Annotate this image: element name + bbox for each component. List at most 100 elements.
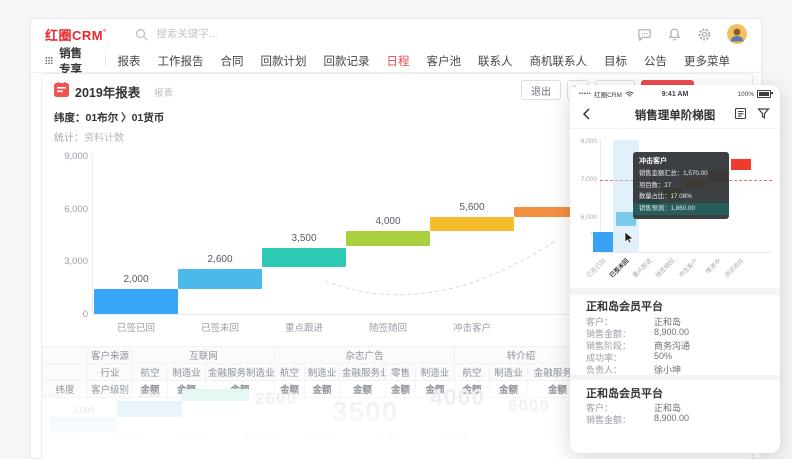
logo-mark: ° xyxy=(103,29,106,36)
top-header: 红圈CRM° xyxy=(31,19,761,49)
tooltip-row: 项目数：27 xyxy=(639,180,723,192)
battery-status: 100% xyxy=(737,90,771,98)
bar-value-label: 2,000 xyxy=(94,274,178,285)
exit-button[interactable]: 退出 xyxy=(521,80,561,100)
waterfall-bar[interactable] xyxy=(593,232,613,252)
cell: 制造业 xyxy=(490,364,528,381)
cell: 制造业 xyxy=(305,364,340,381)
phone-status-bar: ••••• 红圈CRM 9:41 AM 100% xyxy=(570,88,780,100)
waterfall-bar[interactable] xyxy=(94,289,178,314)
ghost-yzero: 0 xyxy=(56,426,60,435)
messages-icon[interactable] xyxy=(637,27,652,42)
x-axis-label: 重点跟进 xyxy=(262,320,346,334)
cell: 金融服务制造业 xyxy=(206,364,275,381)
ghost-number: 6000 xyxy=(508,396,550,416)
x-axis-label: 冲击客户 xyxy=(430,320,514,334)
cell: 制造业 xyxy=(168,364,206,381)
nav-item-customer-pool[interactable]: 客户池 xyxy=(427,53,462,69)
report-calendar-icon xyxy=(54,82,69,97)
cell-dimension: 纬度 xyxy=(43,381,88,398)
opportunity-title: 正和岛会员平台 xyxy=(586,298,663,314)
nav-divider xyxy=(105,55,106,66)
cell-amount: 金额 xyxy=(386,381,416,398)
x-axis-label: 已签已回 xyxy=(94,320,178,334)
notifications-icon[interactable] xyxy=(667,27,682,42)
cell-amount: 金额 xyxy=(416,381,455,398)
chart-tooltip: 冲击客户 销售金额汇总：1,570.00 项目数：27 数量占比：17.08% … xyxy=(633,152,729,219)
cell xyxy=(43,364,88,381)
cell-industry: 行业 xyxy=(88,364,133,381)
list-report-icon[interactable] xyxy=(734,107,747,120)
ghost-xtick: 测试项目 xyxy=(424,430,484,441)
cell-amount: 金额 xyxy=(133,381,168,398)
nav-item-announcements[interactable]: 公告 xyxy=(644,53,667,69)
bar-value-label: 2,600 xyxy=(178,254,262,265)
y-axis-tick: 7,000 xyxy=(574,176,597,183)
battery-percent: 100% xyxy=(737,91,754,98)
user-avatar[interactable] xyxy=(727,24,747,44)
ghost-number: 3500 xyxy=(332,396,398,428)
cell: 航空 xyxy=(275,364,305,381)
logo-text: 红圈CRM xyxy=(45,28,103,43)
bar-value-label: 5,600 xyxy=(430,202,514,213)
waterfall-bar[interactable] xyxy=(731,159,751,170)
search-input[interactable] xyxy=(154,27,308,41)
y-axis-tick: 6,000 xyxy=(44,204,88,215)
dimension-value: 01布尔 〉01货币 xyxy=(86,112,165,124)
tooltip-title: 冲击客户 xyxy=(639,156,723,166)
nav-item-targets[interactable]: 目标 xyxy=(604,53,627,69)
x-axis-label: 随签随回 xyxy=(346,320,430,334)
waterfall-bar[interactable] xyxy=(262,248,346,267)
mobile-preview-panel: ••••• 红圈CRM 9:41 AM 100% 销售理单阶梯图 测试项目推进中… xyxy=(570,85,780,453)
cell-amount: 金额 xyxy=(305,381,340,398)
ghost-bar xyxy=(50,417,117,432)
cell-magazine-ads: 杂志广告 xyxy=(275,347,455,364)
settings-gear-icon[interactable] xyxy=(697,27,712,42)
waterfall-bar[interactable] xyxy=(346,231,430,245)
cell-amount: 金额 xyxy=(490,381,528,398)
tooltip-row: 数量占比：17.08% xyxy=(639,191,723,203)
app-logo[interactable]: 红圈CRM° xyxy=(45,25,106,44)
y-axis-tick: 3,000 xyxy=(44,256,88,267)
cell: 航空 xyxy=(455,364,490,381)
stat-line: 统计：资料计数 xyxy=(54,129,124,144)
main-nav: 销售专享 报表 工作报告 合同 回款计划 回款记录 日程 客户池 联系人 商机联… xyxy=(31,49,761,73)
cell-internet: 互联网 xyxy=(133,347,275,364)
cell-amount: 金额 xyxy=(455,381,490,398)
exit-button-label: 退出 xyxy=(531,83,551,98)
bar-value-label: 4,000 xyxy=(346,216,430,227)
apps-grid-icon[interactable] xyxy=(45,55,53,66)
waterfall-bar[interactable] xyxy=(178,269,262,289)
cell-amount: 金额 xyxy=(168,381,206,398)
bar-value-label: 3,500 xyxy=(262,233,346,244)
section-divider xyxy=(570,288,780,295)
ghost-bar xyxy=(117,401,182,417)
section-divider xyxy=(570,375,780,380)
nav-item-more-menu[interactable]: 更多菜单 xyxy=(684,53,730,69)
cell-amount: 金额 xyxy=(275,381,305,398)
nav-item-opportunity-contacts[interactable]: 商机联系人 xyxy=(530,53,588,69)
nav-item-work-report[interactable]: 工作报告 xyxy=(158,53,204,69)
cell-amount: 金额 xyxy=(340,381,386,398)
nav-item-payment-plan[interactable]: 回款计划 xyxy=(261,53,307,69)
cell-referral: 转介绍 xyxy=(455,347,588,364)
nav-item-contracts[interactable]: 合同 xyxy=(221,53,244,69)
waterfall-bar[interactable] xyxy=(430,217,514,231)
x-axis-label: 已签未回 xyxy=(178,320,262,334)
nav-item-schedule[interactable]: 日程 xyxy=(387,53,410,69)
cell-amount: 金额 xyxy=(206,381,275,398)
nav-item-contacts[interactable]: 联系人 xyxy=(478,53,513,69)
nav-item-payment-records[interactable]: 回款记录 xyxy=(324,53,370,69)
funnel-filter-icon[interactable] xyxy=(757,107,770,120)
tooltip-row-forecast: 销售预测：1,860.00 xyxy=(633,203,729,215)
y-axis-tick: 8,000 xyxy=(574,138,597,145)
ghost-xtick: 冲击客户 xyxy=(294,430,354,441)
nav-apps-label[interactable]: 销售专享 xyxy=(59,45,93,77)
report-type-label: 报表 xyxy=(154,85,173,99)
ghost-xtick: 推进中 xyxy=(359,430,419,441)
nav-item-reports[interactable]: 报表 xyxy=(118,53,141,69)
y-axis-tick: 0 xyxy=(44,309,88,320)
field-row: 销售金额：8,900.00 xyxy=(586,413,772,426)
global-search[interactable] xyxy=(134,27,308,42)
y-axis-tick: 6,000 xyxy=(574,214,597,221)
